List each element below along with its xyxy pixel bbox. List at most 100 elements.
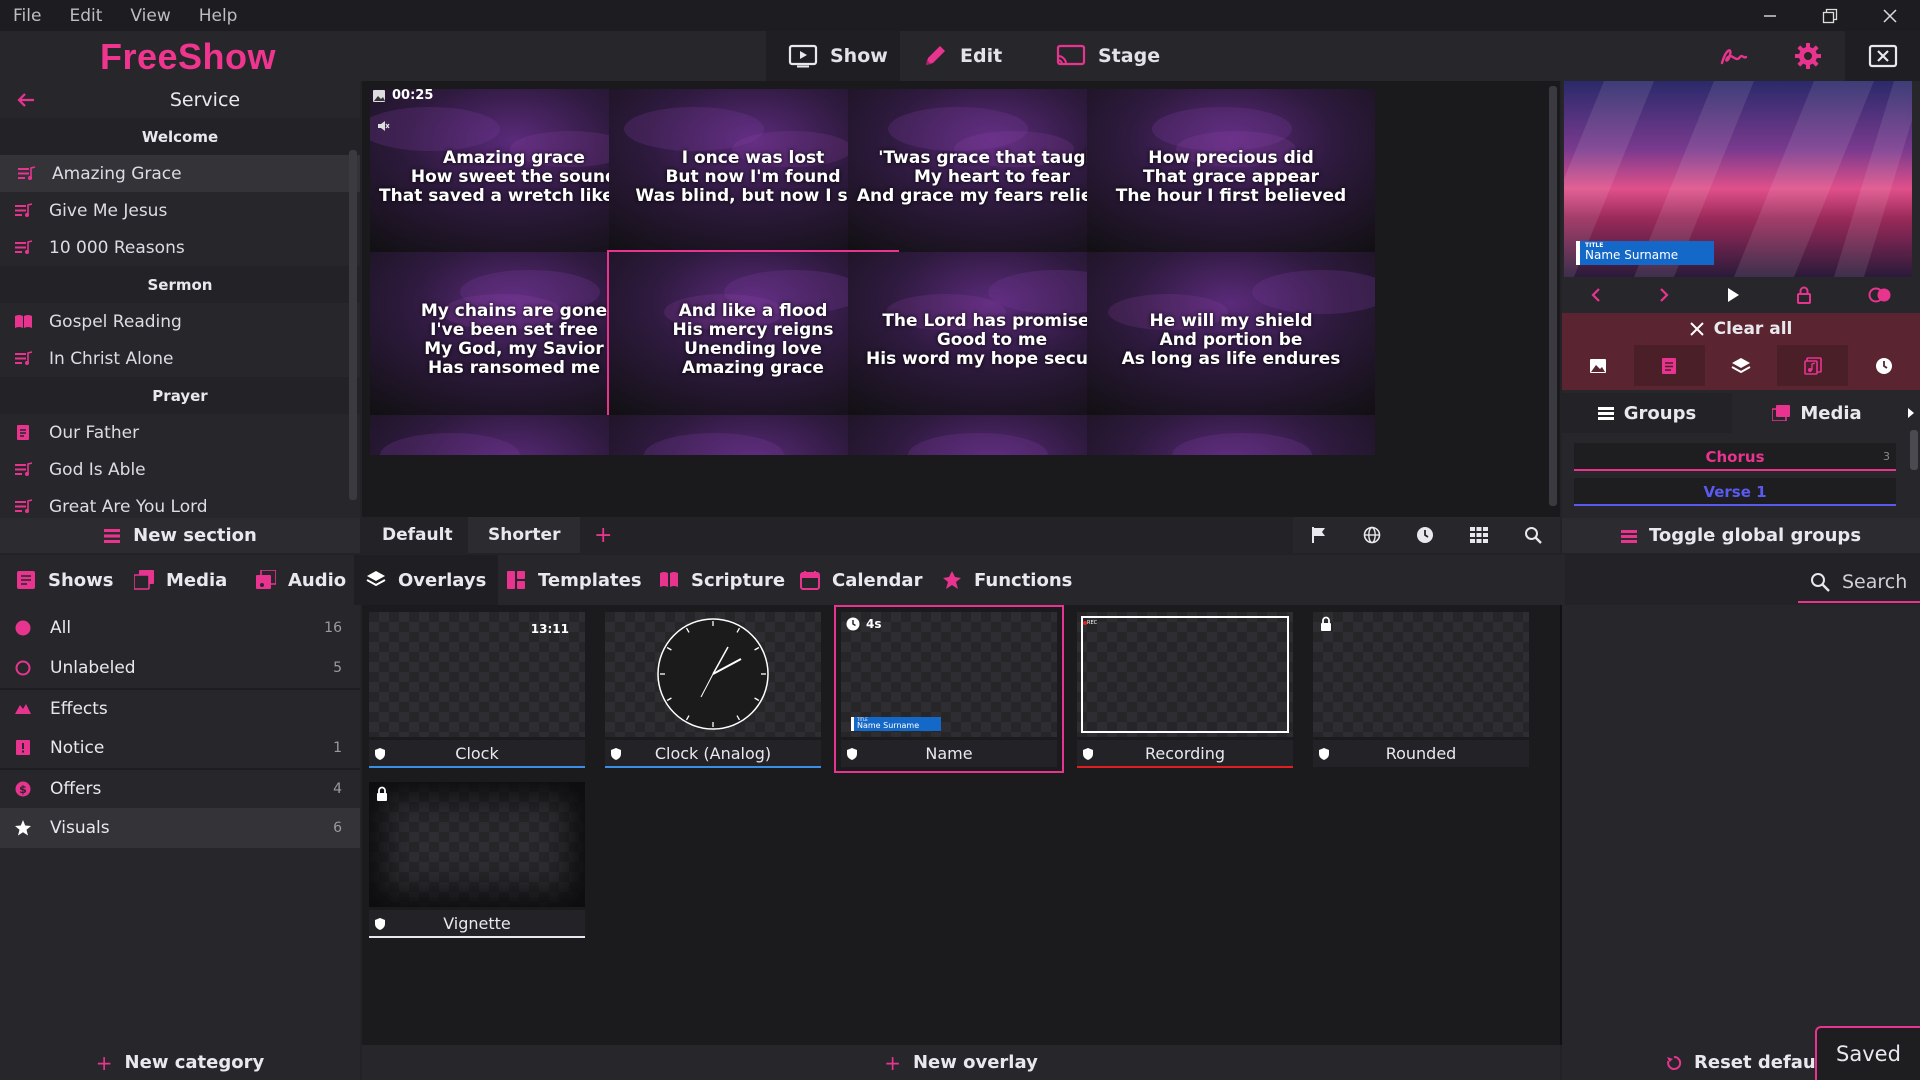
overlay-thumbnail: REC [1077,612,1293,737]
clear-background-button[interactable] [1562,345,1634,386]
drawer-tab-label: Media [166,569,228,591]
project-item[interactable]: Give Me Jesus [0,192,360,229]
search-label: Search [1842,571,1908,593]
project-item[interactable]: Amazing Grace [0,155,360,192]
slide-card[interactable] [1087,415,1375,455]
new-overlay-button[interactable]: + New overlay [362,1045,1560,1080]
slide-tools [1293,517,1560,553]
layout-tab-shorter-label: Shorter [488,525,561,545]
menu-file[interactable]: File [13,6,41,26]
category-item[interactable]: Effects [0,688,360,728]
globe-icon[interactable] [1363,526,1381,544]
menu-view[interactable]: View [130,6,170,26]
new-section-button[interactable]: New section [0,518,360,553]
menu-help[interactable]: Help [199,6,238,26]
clear-timers-button[interactable] [1848,345,1920,386]
overlay-card[interactable]: Rounded [1306,605,1536,773]
previous-icon[interactable] [1590,287,1602,303]
category-item[interactable]: Visuals 6 [0,808,360,848]
overlay-card[interactable]: TITLE Name Surname 4s Name [834,605,1064,773]
offers-icon: $ [14,780,36,798]
overlay-card[interactable]: 13:11 Clock [362,605,592,773]
category-item[interactable]: All 16 [0,608,360,648]
category-label: Visuals [50,818,110,838]
drawer-tab-calendar[interactable]: Calendar [788,555,934,605]
reset-icon [1666,1055,1682,1071]
close-window-button[interactable] [1860,0,1920,31]
overlay-name: Clock [369,740,585,767]
category-item[interactable]: $ Offers 4 [0,768,360,808]
clear-all-button[interactable]: Clear all [1562,313,1920,345]
minimize-button[interactable] [1740,0,1800,31]
tab-show[interactable]: Show [766,31,900,81]
add-layout-button[interactable]: + [574,517,632,553]
play-icon[interactable] [1726,287,1740,303]
category-label: Notice [50,738,105,758]
project-item[interactable]: In Christ Alone [0,340,360,377]
next-icon[interactable] [1658,287,1670,303]
layout-tab-shorter[interactable]: Shorter [468,517,581,553]
layout-tab-default[interactable]: Default [362,517,473,553]
effects-icon [14,700,36,718]
output-toggle-button[interactable] [1845,31,1920,81]
new-category-button[interactable]: + New category [0,1045,360,1080]
slide-text: He will my shield And portion be As long a… [1087,311,1375,369]
project-item-label: Give Me Jesus [49,200,168,221]
overlay-thumbnail: TITLE Name Surname 4s [841,612,1057,737]
back-arrow-icon[interactable] [16,92,36,108]
overlay-card[interactable]: REC Recording [1070,605,1300,773]
drawer-tab-media[interactable]: Media [122,555,239,605]
overlay-card[interactable]: Vignette [362,775,592,943]
tab-groups[interactable]: Groups [1562,393,1732,433]
project-item[interactable]: 10 000 Reasons [0,229,360,266]
toggle-global-groups-button[interactable]: Toggle global groups [1562,518,1920,553]
groups-scrollbar[interactable] [1910,430,1918,470]
group-chorus-count: 3 [1883,450,1890,463]
tabs-scroll-right[interactable] [1902,393,1920,433]
tab-groups-label: Groups [1623,402,1697,424]
section-heading: Sermon [0,266,360,303]
clear-overlays-button[interactable] [1705,345,1777,386]
project-item[interactable]: Our Father [0,414,360,451]
clear-audio-button[interactable] [1776,345,1849,386]
flag-icon[interactable] [1311,526,1327,544]
drawer-tab-overlays[interactable]: Overlays [354,555,499,605]
restore-button[interactable] [1800,0,1860,31]
group-verse-1[interactable]: Verse 1 [1574,478,1896,506]
group-chorus[interactable]: Chorus 3 [1574,443,1896,471]
timer-icon[interactable] [1416,526,1434,544]
transition-icon[interactable] [1868,287,1892,303]
drawer-tab-templates[interactable]: Templates [494,555,654,605]
overlay-name-label: Vignette [443,914,511,933]
drawer-tab-scripture[interactable]: Scripture [647,555,797,605]
search-icon [1810,572,1830,592]
slides-scrollbar[interactable] [1549,86,1557,506]
project-scrollbar[interactable] [349,150,357,500]
draw-button[interactable] [1695,31,1770,81]
timer-icon [846,617,860,631]
rec-label: REC [1087,620,1098,626]
lock-icon[interactable] [1796,286,1812,304]
clear-slide-button[interactable] [1633,345,1706,386]
drawer-tab-functions[interactable]: Functions [930,555,1084,605]
project-item[interactable]: God Is Able [0,451,360,488]
tab-edit[interactable]: Edit [900,31,1034,81]
tab-stage[interactable]: Stage [1034,31,1184,81]
overlay-card[interactable]: Clock (Analog) [598,605,828,773]
search-box[interactable]: Search [1798,563,1920,603]
drawer-tab-shows[interactable]: Shows [4,555,126,605]
menu-edit[interactable]: Edit [69,6,102,26]
category-item[interactable]: Unlabeled 5 [0,648,360,688]
zoom-icon[interactable] [1524,526,1542,544]
category-item[interactable]: Notice 1 [0,728,360,768]
tab-media[interactable]: Media [1732,393,1902,433]
lower-third-name: Name Surname [1585,248,1679,262]
project-item[interactable]: Gospel Reading [0,303,360,340]
new-category-label: New category [124,1052,265,1073]
tab-show-label: Show [830,45,888,67]
drawer-tab-audio[interactable]: Audio [244,555,358,605]
overlay-options-panel [1562,605,1920,1045]
grid-icon[interactable] [1470,527,1489,543]
signature-icon [1718,43,1748,69]
settings-button[interactable] [1770,31,1845,81]
